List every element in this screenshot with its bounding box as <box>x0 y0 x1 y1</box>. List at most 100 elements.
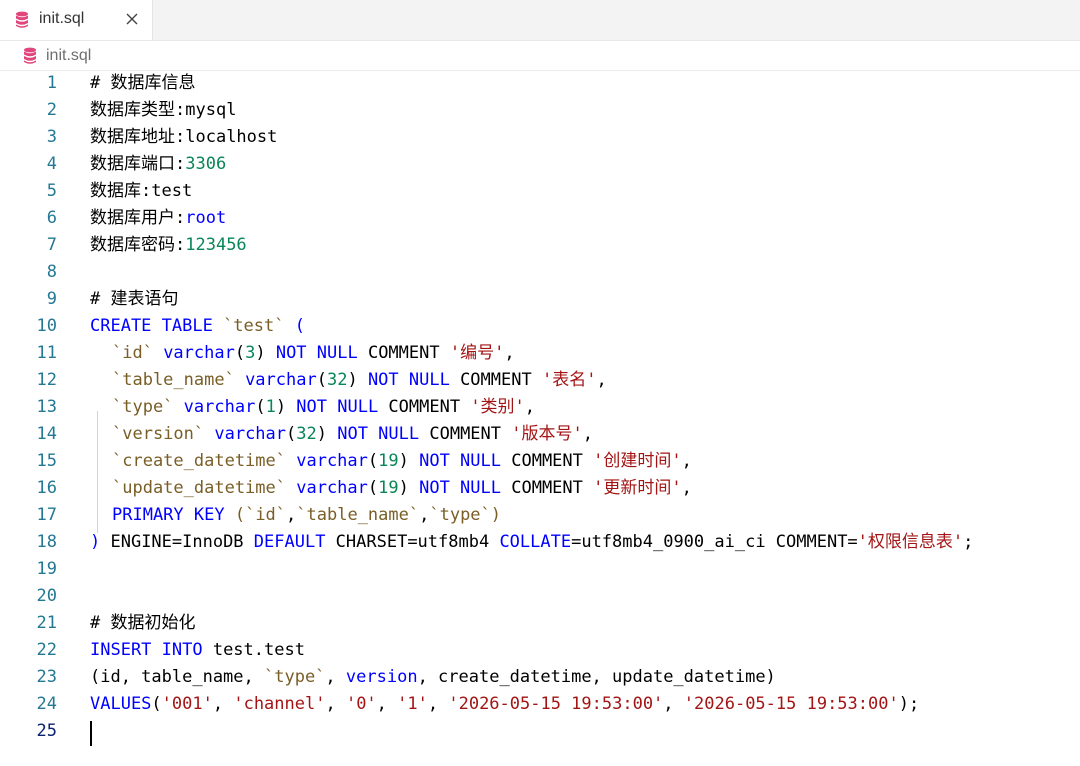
code-token: mysql <box>185 100 237 120</box>
tab-bar: init.sql <box>0 0 1080 41</box>
code-token: `table_name` <box>112 370 235 390</box>
line-number: 3 <box>46 127 57 147</box>
code-token: NOT NULL <box>367 370 450 390</box>
code-line[interactable]: 7 数据库密码:123456 <box>0 232 1080 259</box>
code-token: 32 <box>296 424 317 444</box>
code-token: ) <box>398 451 420 471</box>
line-number: 10 <box>36 316 57 336</box>
code-line[interactable]: 10 CREATE TABLE `test` ( <box>0 313 1080 340</box>
code-line[interactable]: 13 `type` varchar(1) NOT NULL COMMENT '类别… <box>0 394 1080 421</box>
code-line[interactable]: 19 <box>0 556 1080 583</box>
code-token: ) <box>398 478 420 498</box>
code-token: 'channel' <box>233 694 326 714</box>
tab-title: init.sql <box>39 10 85 27</box>
code-token: , <box>582 424 593 444</box>
code-token: ENGINE=InnoDB <box>100 532 254 552</box>
code-token: COMMENT <box>501 478 594 498</box>
code-line[interactable]: 12 `table_name` varchar(32) NOT NULL COMM… <box>0 367 1080 394</box>
code-token: test <box>151 181 193 201</box>
code-token: , <box>427 694 449 714</box>
code-text: 数据库密码:123456 <box>90 232 247 259</box>
code-token: , <box>663 694 684 714</box>
code-line[interactable]: 1 # 数据库信息 <box>0 70 1080 97</box>
code-token: version <box>345 667 418 687</box>
code-line[interactable]: 3 数据库地址:localhost <box>0 124 1080 151</box>
code-token: 数据库密码: <box>90 235 186 255</box>
code-token: varchar <box>286 451 368 471</box>
code-text: `version` varchar(32) NOT NULL COMMENT '… <box>112 421 593 448</box>
code-token: 123456 <box>185 235 247 255</box>
code-token: varchar <box>173 397 256 417</box>
code-line[interactable]: 4 数据库端口:3306 <box>0 151 1080 178</box>
code-text: # 数据库信息 <box>90 70 195 97</box>
code-token: ( <box>234 343 246 363</box>
code-line[interactable]: 9 # 建表语句 <box>0 286 1080 313</box>
code-line[interactable]: 21 # 数据初始化 <box>0 610 1080 637</box>
code-token: , <box>524 397 536 417</box>
code-token: varchar <box>152 343 235 363</box>
code-line[interactable]: 20 <box>0 583 1080 610</box>
code-token: PRIMARY KEY <box>112 505 235 525</box>
code-line[interactable]: 11 `id` varchar(3) NOT NULL COMMENT '编号', <box>0 340 1080 367</box>
code-token: `create_datetime` <box>112 451 286 471</box>
breadcrumb-file[interactable]: init.sql <box>46 47 91 65</box>
line-number: 24 <box>36 694 57 714</box>
code-line[interactable]: 23 (id, table_name, `type`, version, crea… <box>0 664 1080 691</box>
code-token: , <box>596 370 607 390</box>
code-token: , <box>681 451 692 471</box>
code-line[interactable]: 24 VALUES('001', 'channel', '0', '1', '20… <box>0 691 1080 718</box>
code-line[interactable]: 5 数据库:test <box>0 178 1080 205</box>
code-line[interactable]: 18) ENGINE=InnoDB DEFAULT CHARSET=utf8mb… <box>0 529 1080 556</box>
code-token: 数据库地址: <box>90 127 186 147</box>
code-token: ; <box>963 532 974 552</box>
code-line[interactable]: 25 <box>0 718 1080 745</box>
code-token: NOT NULL <box>419 451 501 471</box>
code-token: # 建表语句 <box>90 289 179 309</box>
code-line[interactable]: 15 `create_datetime` varchar(19) NOT NULL… <box>0 448 1080 475</box>
code-token: varchar <box>204 424 287 444</box>
code-token: , <box>325 694 346 714</box>
tab-init-sql[interactable]: init.sql <box>0 0 153 40</box>
code-token: ) <box>347 370 368 390</box>
code-line[interactable]: 8 <box>0 259 1080 286</box>
code-text: # 数据初始化 <box>90 610 195 637</box>
line-number: 15 <box>36 451 57 471</box>
code-line[interactable]: 17 PRIMARY KEY (`id`,`table_name`,`type`) <box>0 502 1080 529</box>
code-line[interactable]: 6 数据库用户:root <box>0 205 1080 232</box>
code-line[interactable]: 22 INSERT INTO test.test <box>0 637 1080 664</box>
code-line[interactable]: 14 `version` varchar(32) NOT NULL COMMENT… <box>0 421 1080 448</box>
code-token: '2026-05-15 19:53:00' <box>683 694 899 714</box>
code-token: '版本号' <box>511 424 583 444</box>
code-token: '编号' <box>449 343 505 363</box>
code-token: COMMENT <box>449 370 542 390</box>
code-text: 数据库端口:3306 <box>90 151 226 178</box>
code-token: , <box>286 505 297 525</box>
code-token: , <box>419 505 430 525</box>
code-text: `type` varchar(1) NOT NULL COMMENT '类别', <box>112 394 535 421</box>
code-line[interactable]: 16 `update_datetime` varchar(19) NOT NULL… <box>0 475 1080 502</box>
code-token: varchar <box>286 478 368 498</box>
code-text: 数据库地址:localhost <box>90 124 277 151</box>
code-line[interactable]: 2 数据库类型:mysql <box>0 97 1080 124</box>
close-icon[interactable] <box>124 11 140 27</box>
code-token: NOT NULL <box>296 397 379 417</box>
line-number: 17 <box>36 505 57 525</box>
code-token: '更新时间' <box>593 478 682 498</box>
code-token: `update_datetime` <box>112 478 286 498</box>
code-token: CHARSET=utf8mb4 <box>325 532 500 552</box>
code-token: 数据库端口: <box>90 154 186 174</box>
breadcrumb: init.sql <box>0 41 1080 71</box>
code-token: `table_name` <box>296 505 420 525</box>
code-token: test.test <box>202 640 305 660</box>
code-token: ( <box>286 424 297 444</box>
code-token: =utf8mb4_0900_ai_ci COMMENT= <box>571 532 858 552</box>
code-token: ) <box>275 397 297 417</box>
code-token: ) <box>490 505 502 525</box>
code-token: 32 <box>326 370 348 390</box>
code-token: 数据库: <box>90 181 152 201</box>
code-token: ); <box>898 694 920 714</box>
code-token: DEFAULT <box>253 532 326 552</box>
code-editor[interactable]: 1 # 数据库信息 2 数据库类型:mysql 3 数据库地址:localhost 4 数据库… <box>0 70 1080 766</box>
code-token: 3306 <box>185 154 227 174</box>
line-number: 20 <box>36 586 57 606</box>
